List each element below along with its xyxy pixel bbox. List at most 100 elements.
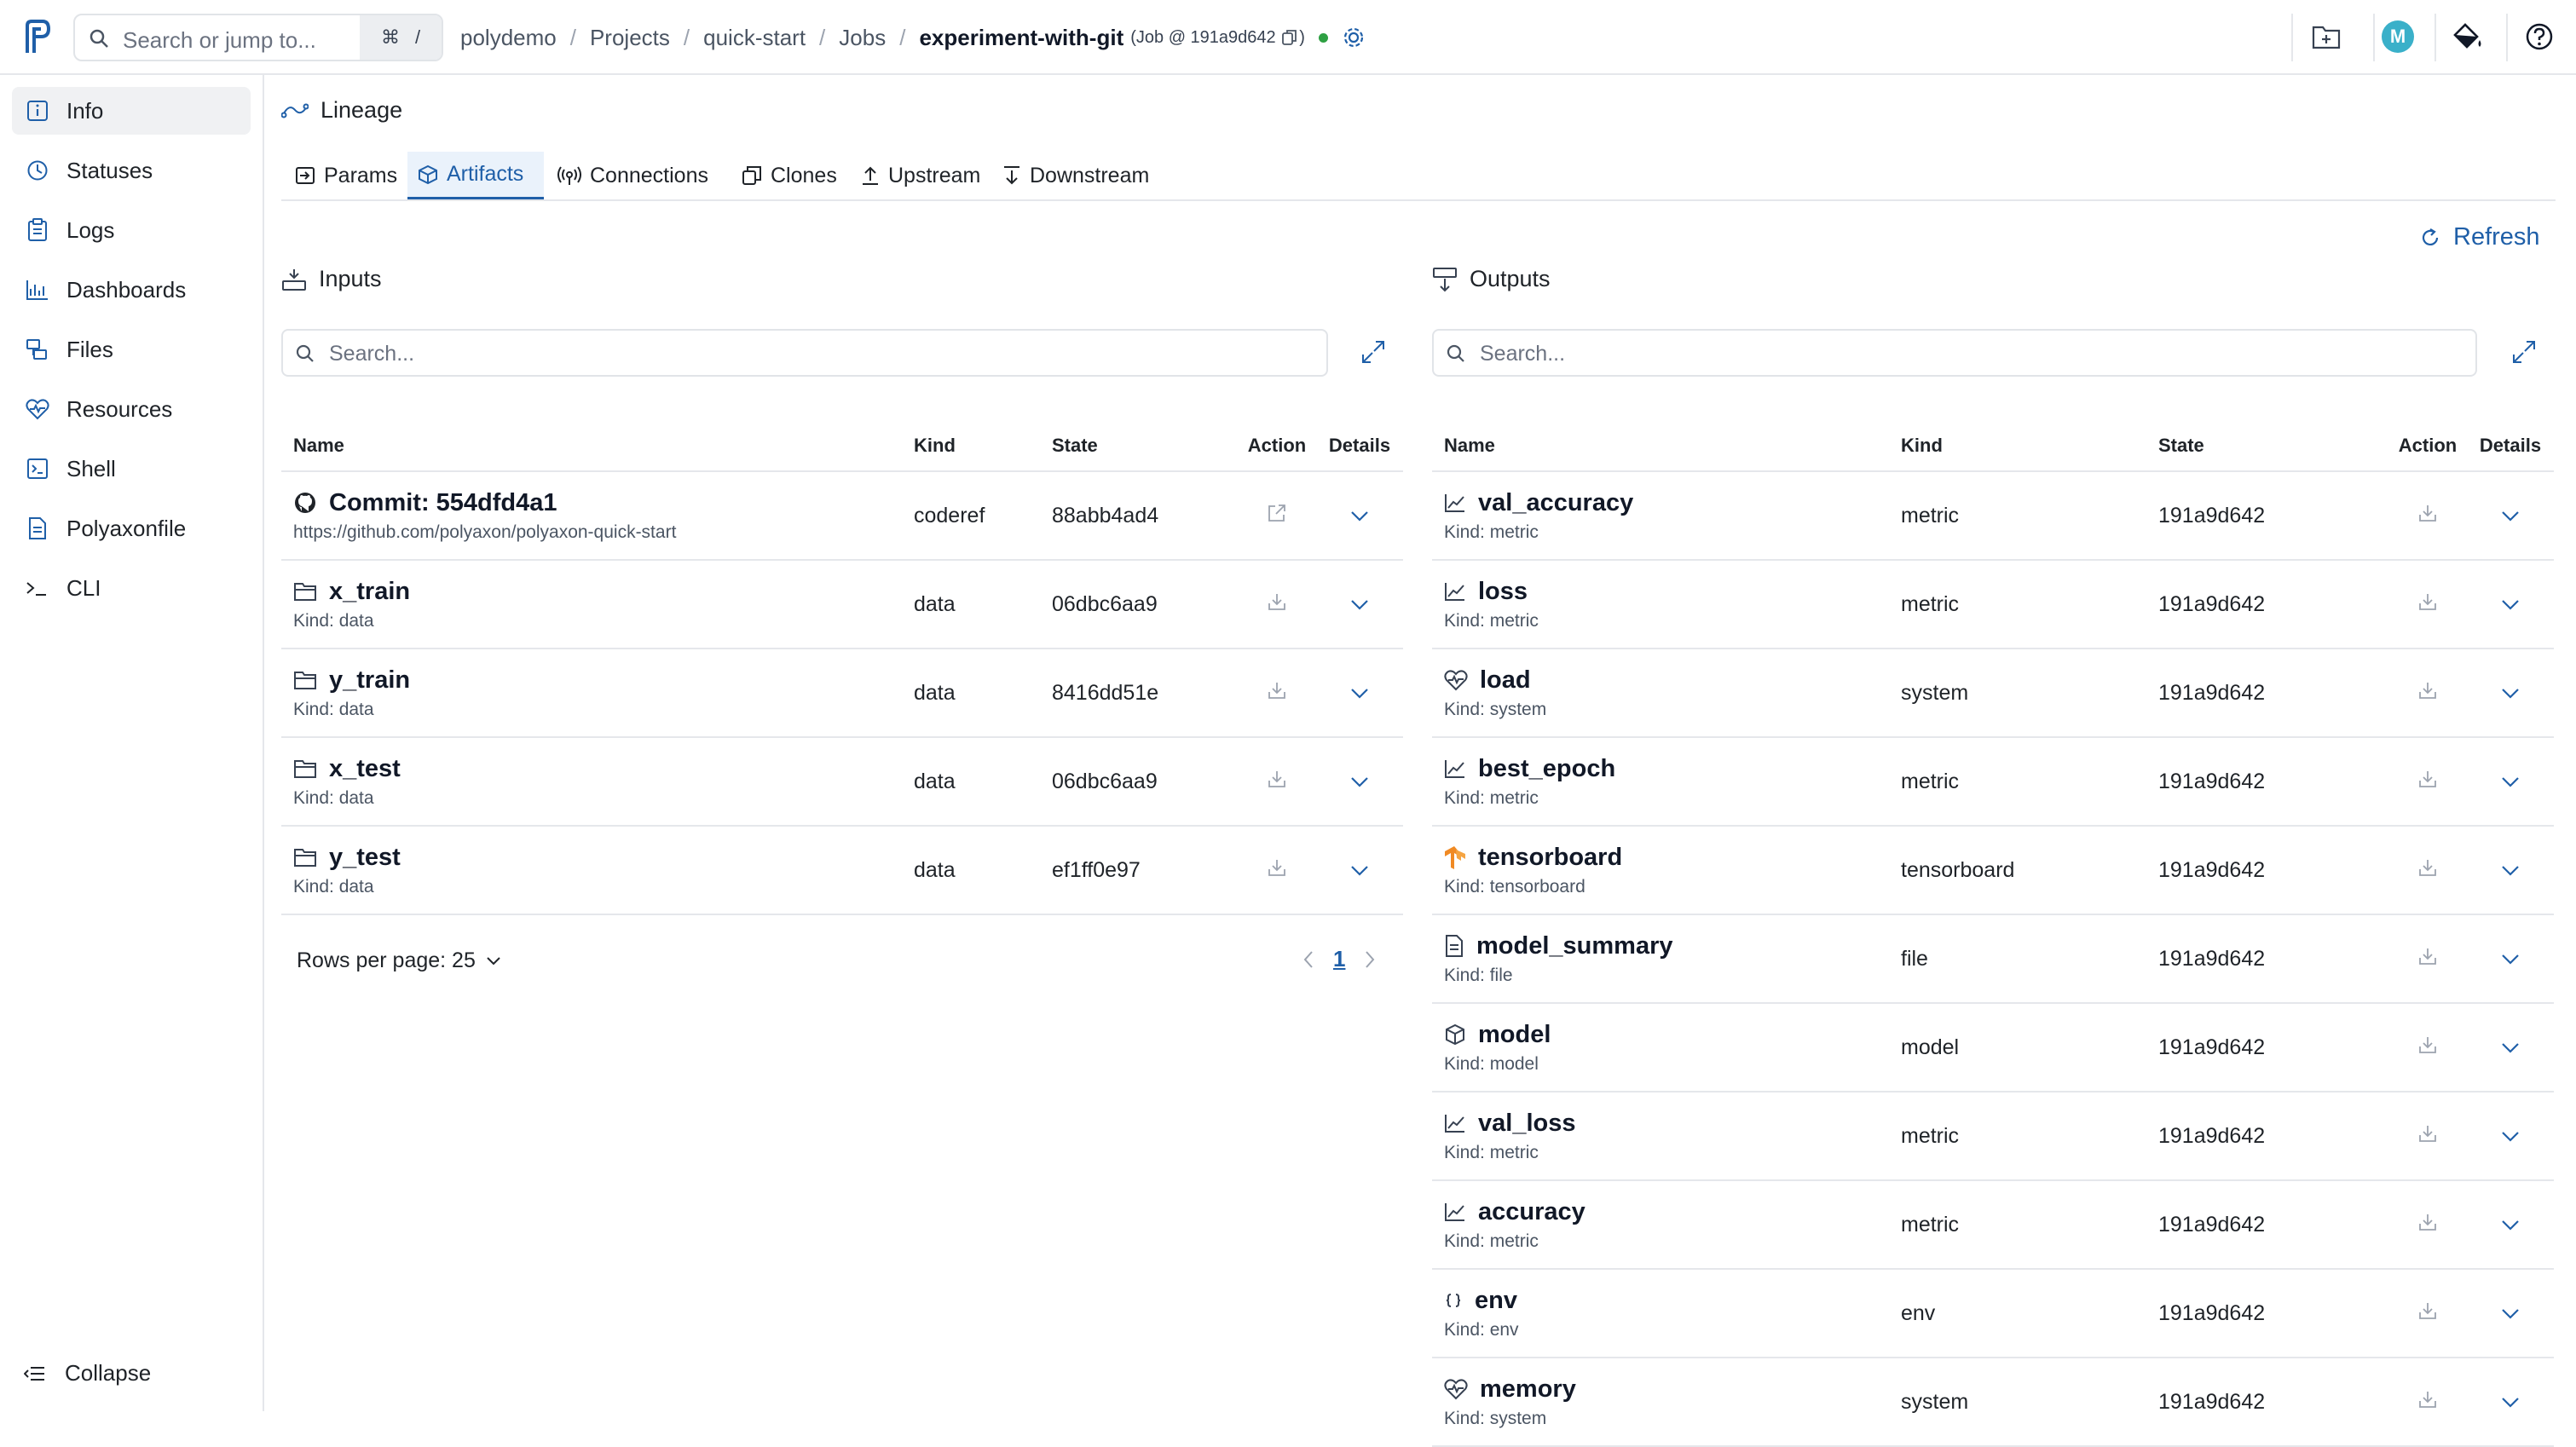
tab-upstream[interactable]: Upstream xyxy=(851,152,991,199)
new-folder-button[interactable] xyxy=(2312,0,2341,73)
table-row[interactable]: loss Kind: metric metric 191a9d642 xyxy=(1432,560,2554,649)
chevron-down-icon[interactable] xyxy=(1350,776,1369,788)
table-row[interactable]: x_train Kind: data data 06dbc6aa9 xyxy=(281,560,1403,649)
download-icon[interactable] xyxy=(2417,591,2438,612)
sidebar-item-shell[interactable]: Shell xyxy=(12,445,251,493)
sidebar-item-resources[interactable]: Resources xyxy=(12,385,251,433)
download-icon[interactable] xyxy=(1267,591,1287,612)
column-header[interactable]: Name xyxy=(281,421,902,472)
breadcrumb-project[interactable]: quick-start xyxy=(703,25,806,51)
tab-params[interactable]: Params xyxy=(285,152,407,199)
table-row[interactable]: y_train Kind: data data 8416dd51e xyxy=(281,649,1403,738)
table-row[interactable]: Commit: 554dfd4a1 https://github.com/pol… xyxy=(281,471,1403,561)
refresh-button[interactable]: Refresh xyxy=(2419,223,2540,251)
sidebar-item-polyaxonfile[interactable]: Polyaxonfile xyxy=(12,504,251,552)
chevron-down-icon[interactable] xyxy=(2501,1308,2520,1320)
download-icon[interactable] xyxy=(2417,1035,2438,1055)
chevron-down-icon[interactable] xyxy=(1350,599,1369,611)
table-row[interactable]: val_loss Kind: metric metric 191a9d642 xyxy=(1432,1092,2554,1181)
sidebar-item-info[interactable]: Info xyxy=(12,87,251,135)
table-row[interactable]: tensorboard Kind: tensorboard tensorboard 1… xyxy=(1432,826,2554,915)
table-row[interactable]: memory Kind: system system 191a9d642 xyxy=(1432,1358,2554,1447)
download-icon[interactable] xyxy=(2417,857,2438,878)
table-row[interactable]: y_test Kind: data data ef1ff0e97 xyxy=(281,826,1403,915)
breadcrumb-jobs[interactable]: Jobs xyxy=(839,25,886,51)
download-icon[interactable] xyxy=(2417,680,2438,700)
chevron-right-icon[interactable] xyxy=(1364,950,1376,969)
artifact-subtitle: Kind: metric xyxy=(1444,610,1539,631)
global-search-input[interactable]: Search or jump to... ⌘ / xyxy=(73,14,443,61)
outputs-expand-button[interactable] xyxy=(2511,339,2537,369)
gear-icon[interactable] xyxy=(1342,26,1366,49)
polyaxon-logo-icon[interactable] xyxy=(22,19,51,55)
column-header[interactable]: Kind xyxy=(1889,421,2146,472)
search-icon xyxy=(89,28,109,49)
chevron-down-icon[interactable] xyxy=(2501,599,2520,611)
copy-icon[interactable] xyxy=(1282,29,1297,46)
theme-button[interactable] xyxy=(2452,0,2484,73)
column-header[interactable]: Kind xyxy=(902,421,1040,472)
artifact-subtitle: Kind: metric xyxy=(1444,787,1539,808)
inputs-expand-button[interactable] xyxy=(1360,339,1386,369)
breadcrumb-org[interactable]: polydemo xyxy=(460,25,557,51)
help-button[interactable] xyxy=(2525,0,2554,73)
sidebar-item-dashboards[interactable]: Dashboards xyxy=(12,266,251,314)
user-avatar[interactable]: M xyxy=(2382,0,2414,73)
chevron-down-icon[interactable] xyxy=(1350,510,1369,522)
sidebar-item-logs[interactable]: Logs xyxy=(12,206,251,254)
chevron-down-icon[interactable] xyxy=(1350,688,1369,700)
upload-icon xyxy=(861,165,880,186)
chevron-down-icon[interactable] xyxy=(2501,1131,2520,1143)
download-icon[interactable] xyxy=(1267,857,1287,878)
breadcrumb-projects[interactable]: Projects xyxy=(590,25,670,51)
table-row[interactable]: best_epoch Kind: metric metric 191a9d642 xyxy=(1432,737,2554,827)
table-row[interactable]: env Kind: env env 191a9d642 xyxy=(1432,1269,2554,1358)
chevron-left-icon[interactable] xyxy=(1302,950,1314,969)
download-icon[interactable] xyxy=(2417,1300,2438,1321)
chevron-down-icon[interactable] xyxy=(2501,688,2520,700)
tab-connections[interactable]: Connections xyxy=(547,152,719,199)
outputs-search-field[interactable] xyxy=(1432,329,2477,377)
table-row[interactable]: accuracy Kind: metric metric 191a9d642 xyxy=(1432,1180,2554,1270)
table-row[interactable]: x_test Kind: data data 06dbc6aa9 xyxy=(281,737,1403,827)
table-row[interactable]: model_summary Kind: file file 191a9d642 xyxy=(1432,914,2554,1004)
download-icon[interactable] xyxy=(2417,946,2438,966)
table-row[interactable]: model Kind: model model 191a9d642 xyxy=(1432,1003,2554,1092)
sidebar-item-statuses[interactable]: Statuses xyxy=(12,147,251,194)
collapse-button[interactable]: Collapse xyxy=(24,1360,151,1386)
download-icon[interactable] xyxy=(2417,1212,2438,1232)
download-icon[interactable] xyxy=(2417,1389,2438,1410)
download-icon[interactable] xyxy=(1267,769,1287,789)
chevron-down-icon[interactable] xyxy=(2501,1219,2520,1231)
column-header[interactable]: State xyxy=(1040,421,1238,472)
column-header[interactable]: State xyxy=(2146,421,2388,472)
inputs-search-input[interactable] xyxy=(327,339,1166,368)
download-icon[interactable] xyxy=(2417,503,2438,523)
chevron-down-icon[interactable] xyxy=(2501,1042,2520,1054)
page-number[interactable]: 1 xyxy=(1333,946,1345,972)
external-link-icon[interactable] xyxy=(1267,503,1287,523)
rows-per-page-select[interactable]: Rows per page: 25 xyxy=(297,948,501,973)
table-row[interactable]: load Kind: system system 191a9d642 xyxy=(1432,649,2554,738)
download-icon[interactable] xyxy=(2417,769,2438,789)
artifact-state: 191a9d642 xyxy=(2146,1180,2388,1270)
file-icon xyxy=(1444,934,1464,958)
chevron-down-icon[interactable] xyxy=(2501,510,2520,522)
chevron-down-icon[interactable] xyxy=(2501,954,2520,966)
outputs-search-input[interactable] xyxy=(1478,339,2315,368)
chevron-down-icon[interactable] xyxy=(2501,776,2520,788)
chevron-down-icon[interactable] xyxy=(1350,865,1369,877)
tab-downstream[interactable]: Downstream xyxy=(992,152,1159,199)
table-row[interactable]: val_accuracy Kind: metric metric 191a9d642 xyxy=(1432,471,2554,561)
tab-clones[interactable]: Clones xyxy=(731,152,847,199)
collapse-label: Collapse xyxy=(65,1360,152,1386)
sidebar-item-files[interactable]: Files xyxy=(12,326,251,373)
tab-artifacts[interactable]: Artifacts xyxy=(407,152,544,199)
chevron-down-icon[interactable] xyxy=(2501,1397,2520,1409)
inputs-search-field[interactable] xyxy=(281,329,1328,377)
chevron-down-icon[interactable] xyxy=(2501,865,2520,877)
download-icon[interactable] xyxy=(1267,680,1287,700)
sidebar-item-cli[interactable]: CLI xyxy=(12,564,251,612)
download-icon[interactable] xyxy=(2417,1123,2438,1144)
column-header[interactable]: Name xyxy=(1432,421,1889,472)
